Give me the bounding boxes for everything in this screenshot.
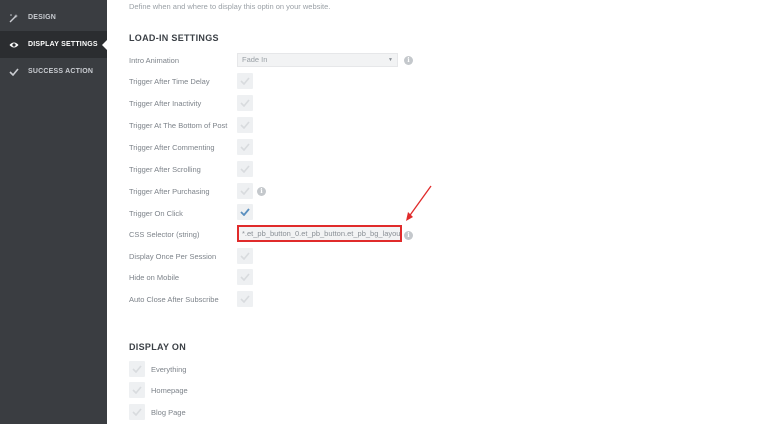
trigger-commenting-checkbox[interactable] — [237, 139, 253, 155]
sidebar-item-label: DESIGN — [28, 14, 57, 21]
info-icon[interactable]: i — [257, 187, 266, 196]
section-title-display-on: DISPLAY ON — [129, 342, 187, 352]
intro-animation-select[interactable]: Fade In ▼ — [237, 53, 398, 67]
display-on-blog-page-checkbox[interactable] — [129, 404, 145, 420]
trigger-on-click-label: Trigger On Click — [129, 209, 183, 218]
display-on-everything-label: Everything — [151, 365, 187, 374]
info-icon[interactable]: i — [404, 231, 413, 240]
intro-animation-label: Intro Animation — [129, 56, 180, 65]
intro-animation-value: Fade In — [242, 55, 268, 64]
sidebar-item-label: SUCCESS ACTION — [28, 68, 94, 75]
trigger-time-delay-label: Trigger After Time Delay — [129, 77, 210, 86]
display-once-checkbox[interactable] — [237, 248, 253, 264]
trigger-commenting-label: Trigger After Commenting — [129, 143, 215, 152]
auto-close-checkbox[interactable] — [237, 291, 253, 307]
trigger-bottom-of-post-checkbox[interactable] — [237, 117, 253, 133]
check-icon — [9, 67, 19, 77]
auto-close-label: Auto Close After Subscribe — [129, 295, 219, 304]
hide-on-mobile-label: Hide on Mobile — [129, 273, 180, 282]
hide-on-mobile-checkbox[interactable] — [237, 269, 253, 285]
trigger-time-delay-checkbox[interactable] — [237, 73, 253, 89]
trigger-on-click-checkbox[interactable] — [237, 204, 253, 220]
sidebar-item-design[interactable]: DESIGN — [0, 4, 107, 31]
trigger-scrolling-checkbox[interactable] — [237, 161, 253, 177]
trigger-purchasing-label: Trigger After Purchasing — [129, 187, 210, 196]
trigger-purchasing-checkbox[interactable] — [237, 183, 253, 199]
display-settings-panel: Define when and where to display this op… — [107, 0, 768, 424]
css-selector-input[interactable]: *.et_pb_button_0.et_pb_button.et_pb_bg_l… — [237, 225, 402, 242]
section-title-loadin: LOAD-IN SETTINGS — [129, 33, 219, 43]
wand-icon — [9, 13, 19, 23]
display-on-homepage-label: Homepage — [151, 386, 188, 395]
info-icon[interactable]: i — [404, 56, 413, 65]
trigger-inactivity-checkbox[interactable] — [237, 95, 253, 111]
sidebar-item-display-settings[interactable]: DISPLAY SETTINGS — [0, 31, 107, 58]
css-selector-label: CSS Selector (string) — [129, 230, 200, 239]
display-once-label: Display Once Per Session — [129, 252, 217, 261]
trigger-scrolling-label: Trigger After Scrolling — [129, 165, 201, 174]
trigger-inactivity-label: Trigger After Inactivity — [129, 99, 202, 108]
section-description: Define when and where to display this op… — [129, 2, 331, 11]
display-on-everything-checkbox[interactable] — [129, 361, 145, 377]
display-on-blog-page-label: Blog Page — [151, 408, 186, 417]
annotation-arrow — [406, 185, 432, 221]
display-on-homepage-checkbox[interactable] — [129, 382, 145, 398]
sidebar-item-success-action[interactable]: SUCCESS ACTION — [0, 58, 107, 85]
sidebar-item-label: DISPLAY SETTINGS — [28, 41, 98, 48]
trigger-bottom-of-post-label: Trigger At The Bottom of Post — [129, 121, 228, 130]
sidebar: DESIGN DISPLAY SETTINGS SUCCESS ACTION — [0, 0, 107, 424]
eye-icon — [9, 40, 19, 50]
chevron-down-icon: ▼ — [388, 57, 393, 63]
